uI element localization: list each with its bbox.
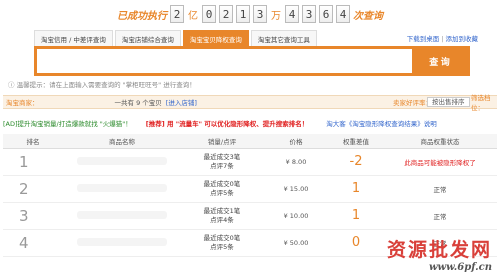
- weight-cell: 1: [329, 202, 383, 230]
- price-cell: ¥ 50.00: [263, 229, 329, 257]
- counter-digit: 2: [170, 5, 184, 23]
- shop-name-redacted: [43, 97, 115, 107]
- counter-unit: 万: [271, 10, 281, 22]
- favorite-link[interactable]: 添加到收藏: [446, 35, 479, 43]
- status-cell: 此商品可能被隐形降权了: [383, 148, 497, 176]
- download-link[interactable]: 下载到桌面: [407, 35, 440, 43]
- search-input[interactable]: [37, 49, 412, 73]
- rank-cell: 3: [3, 202, 63, 230]
- table-header-row: 排名 商品名称 销量/点评 价格 权重差值 商品权重状态: [3, 134, 497, 149]
- name-cell[interactable]: [63, 229, 181, 257]
- review-count: 点评5条: [210, 242, 234, 251]
- col-weight: 权重差值: [329, 134, 383, 149]
- rank-cell: 1: [3, 148, 63, 176]
- product-name-redacted: [77, 156, 167, 165]
- shop-info-bar: 淘宝商家： 一共有 9 个宝贝 [进入店铺] 卖家好评率： 按出售排序 筛选档位…: [3, 94, 497, 112]
- item-count: 一共有 9 个宝贝: [114, 99, 162, 107]
- counter-digit: 6: [319, 5, 333, 23]
- price-cell: ¥ 8.00: [263, 148, 329, 176]
- hint-text: ⓘ 温馨提示：请在上面输入需要查询的 "掌柜旺旺号" 进行查询！: [8, 79, 196, 89]
- product-name-redacted: [77, 237, 167, 246]
- tab-shop[interactable]: 淘宝店铺综合查询: [114, 30, 181, 46]
- counter-digit: 4: [336, 5, 350, 23]
- sales-cell: 最近成交1笔 点评4条: [181, 202, 263, 230]
- search-bar: 查 询: [34, 46, 470, 76]
- sales-count: 最近成交0笔: [203, 179, 241, 188]
- price-cell: ¥ 10.00: [263, 202, 329, 230]
- sales-count: 最近成交0笔: [203, 233, 241, 242]
- name-cell[interactable]: [63, 175, 181, 203]
- col-price: 价格: [263, 134, 329, 149]
- enter-shop-link[interactable]: [进入店铺]: [166, 97, 197, 107]
- counter-digit: 3: [302, 5, 316, 23]
- weight-cell: 0: [329, 229, 383, 257]
- sales-cell: 最近成交0笔 点评5条: [181, 175, 263, 203]
- ad-link-1[interactable]: [AD]提升淘宝销量/打造爆款就找 "火爆猫"！: [3, 118, 132, 128]
- name-cell[interactable]: [63, 202, 181, 230]
- sales-count: 最近成交3笔: [203, 152, 241, 161]
- ad-bar: [AD]提升淘宝销量/打造爆款就找 "火爆猫"！ [推荐] 用 "流量车" 可以…: [3, 117, 497, 129]
- search-button[interactable]: 查 询: [412, 49, 467, 73]
- top-links: 下载到桌面 | 添加到收藏: [407, 33, 478, 43]
- filter-label: 筛选档位：: [471, 94, 491, 112]
- tab-demotion[interactable]: 淘宝宝贝降权查询: [182, 30, 249, 46]
- table-row: 3 最近成交1笔 点评4条 ¥ 10.00 1 正常: [3, 202, 497, 230]
- query-counter: 已成功执行 2 亿 0 2 1 3 万 4 3 6 4 次查询: [0, 0, 500, 28]
- counter-suffix: 次查询: [353, 10, 383, 22]
- watermark-title: 资源批发网: [386, 239, 492, 261]
- col-sales: 销量/点评: [181, 134, 263, 149]
- status-cell: 正常: [383, 202, 497, 230]
- counter-prefix: 已成功执行: [117, 10, 167, 22]
- name-cell[interactable]: [63, 148, 181, 176]
- counter-digit: 1: [236, 5, 250, 23]
- sales-cell: 最近成交0笔 点评5条: [181, 229, 263, 257]
- review-count: 点评7条: [210, 161, 234, 170]
- col-name: 商品名称: [63, 134, 181, 149]
- table-row: 1 最近成交3笔 点评7条 ¥ 8.00 -2 此商品可能被隐形降权了: [3, 148, 497, 176]
- watermark-url: www.6pf.cn: [428, 262, 492, 273]
- weight-cell: -2: [329, 148, 383, 176]
- weight-cell: 1: [329, 175, 383, 203]
- sort-select[interactable]: 按出售排序: [427, 97, 470, 107]
- counter-digit: 2: [219, 5, 233, 23]
- status-cell: 正常: [383, 175, 497, 203]
- counter-digit: 0: [202, 5, 216, 23]
- shop-label: 淘宝商家：: [6, 99, 39, 107]
- review-count: 点评4条: [210, 215, 234, 224]
- price-cell: ¥ 15.00: [263, 175, 329, 203]
- info-icon: ⓘ: [8, 81, 17, 89]
- rank-cell: 2: [3, 175, 63, 203]
- tab-credit[interactable]: 淘宝信用 / 中差评查询: [34, 30, 113, 46]
- tab-other-tools[interactable]: 淘宝其它查询工具: [250, 30, 317, 46]
- rank-cell: 4: [3, 229, 63, 257]
- hint-label: 温馨提示：请在上面输入需要查询的 "掌柜旺旺号" 进行查询！: [16, 81, 196, 89]
- ad-link-2[interactable]: [推荐] 用 "流量车" 可以优化隐形降权、提升搜索排名！: [146, 118, 309, 128]
- table-row: 2 最近成交0笔 点评5条 ¥ 15.00 1 正常: [3, 175, 497, 203]
- ad-link-3[interactable]: 淘大客《淘宝隐形降权查询结果》说明: [326, 118, 437, 128]
- review-count: 点评5条: [210, 188, 234, 197]
- watermark: 资源批发网 www.6pf.cn: [387, 235, 492, 273]
- tool-tabs: 淘宝信用 / 中差评查询 淘宝店铺综合查询 淘宝宝贝降权查询 淘宝其它查询工具: [34, 30, 317, 46]
- sales-count: 最近成交1笔: [203, 206, 241, 215]
- sales-cell: 最近成交3笔 点评7条: [181, 148, 263, 176]
- counter-unit: 亿: [188, 10, 198, 22]
- product-name-redacted: [77, 183, 167, 192]
- counter-digit: 4: [285, 5, 299, 23]
- link-divider: |: [441, 35, 444, 43]
- col-status: 商品权重状态: [383, 134, 497, 149]
- counter-digit: 3: [253, 5, 267, 23]
- col-rank: 排名: [3, 134, 63, 149]
- product-name-redacted: [77, 210, 167, 219]
